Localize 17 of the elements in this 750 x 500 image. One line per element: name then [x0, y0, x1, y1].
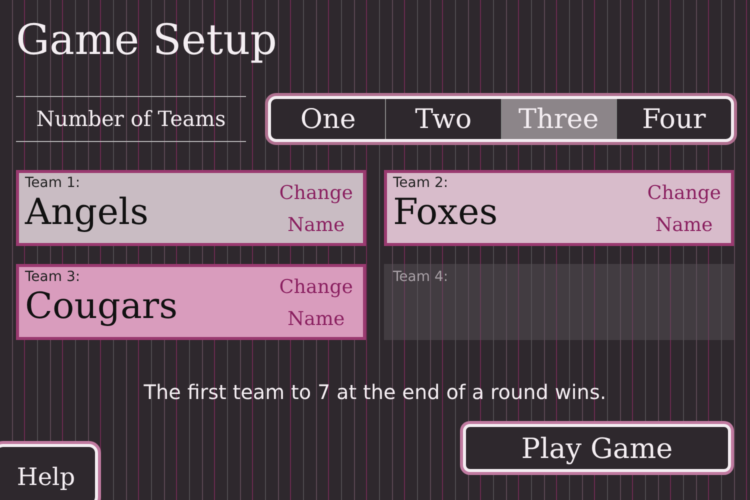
change-name-button[interactable]: Change Name — [643, 175, 725, 243]
team-name: Foxes — [393, 191, 498, 235]
help-button[interactable]: Help — [0, 444, 98, 500]
team-count-option[interactable]: Four — [616, 99, 731, 139]
team-label: Team 1: — [25, 175, 80, 191]
team-name: Cougars — [25, 285, 178, 329]
team-label: Team 4: — [393, 269, 448, 285]
change-name-button[interactable]: Change Name — [275, 175, 357, 243]
rule-text: The first team to 7 at the end of a round wins. — [144, 380, 606, 404]
team-name: Angels — [25, 191, 149, 235]
team-label: Team 2: — [393, 175, 448, 191]
team-count-label: Number of Teams — [16, 96, 246, 142]
team-count-option[interactable]: One — [271, 99, 386, 139]
play-game-button[interactable]: Play Game — [463, 424, 731, 472]
change-name-button[interactable]: Change Name — [275, 269, 357, 337]
team-label: Team 3: — [25, 269, 80, 285]
page-title: Game Setup — [16, 14, 278, 66]
